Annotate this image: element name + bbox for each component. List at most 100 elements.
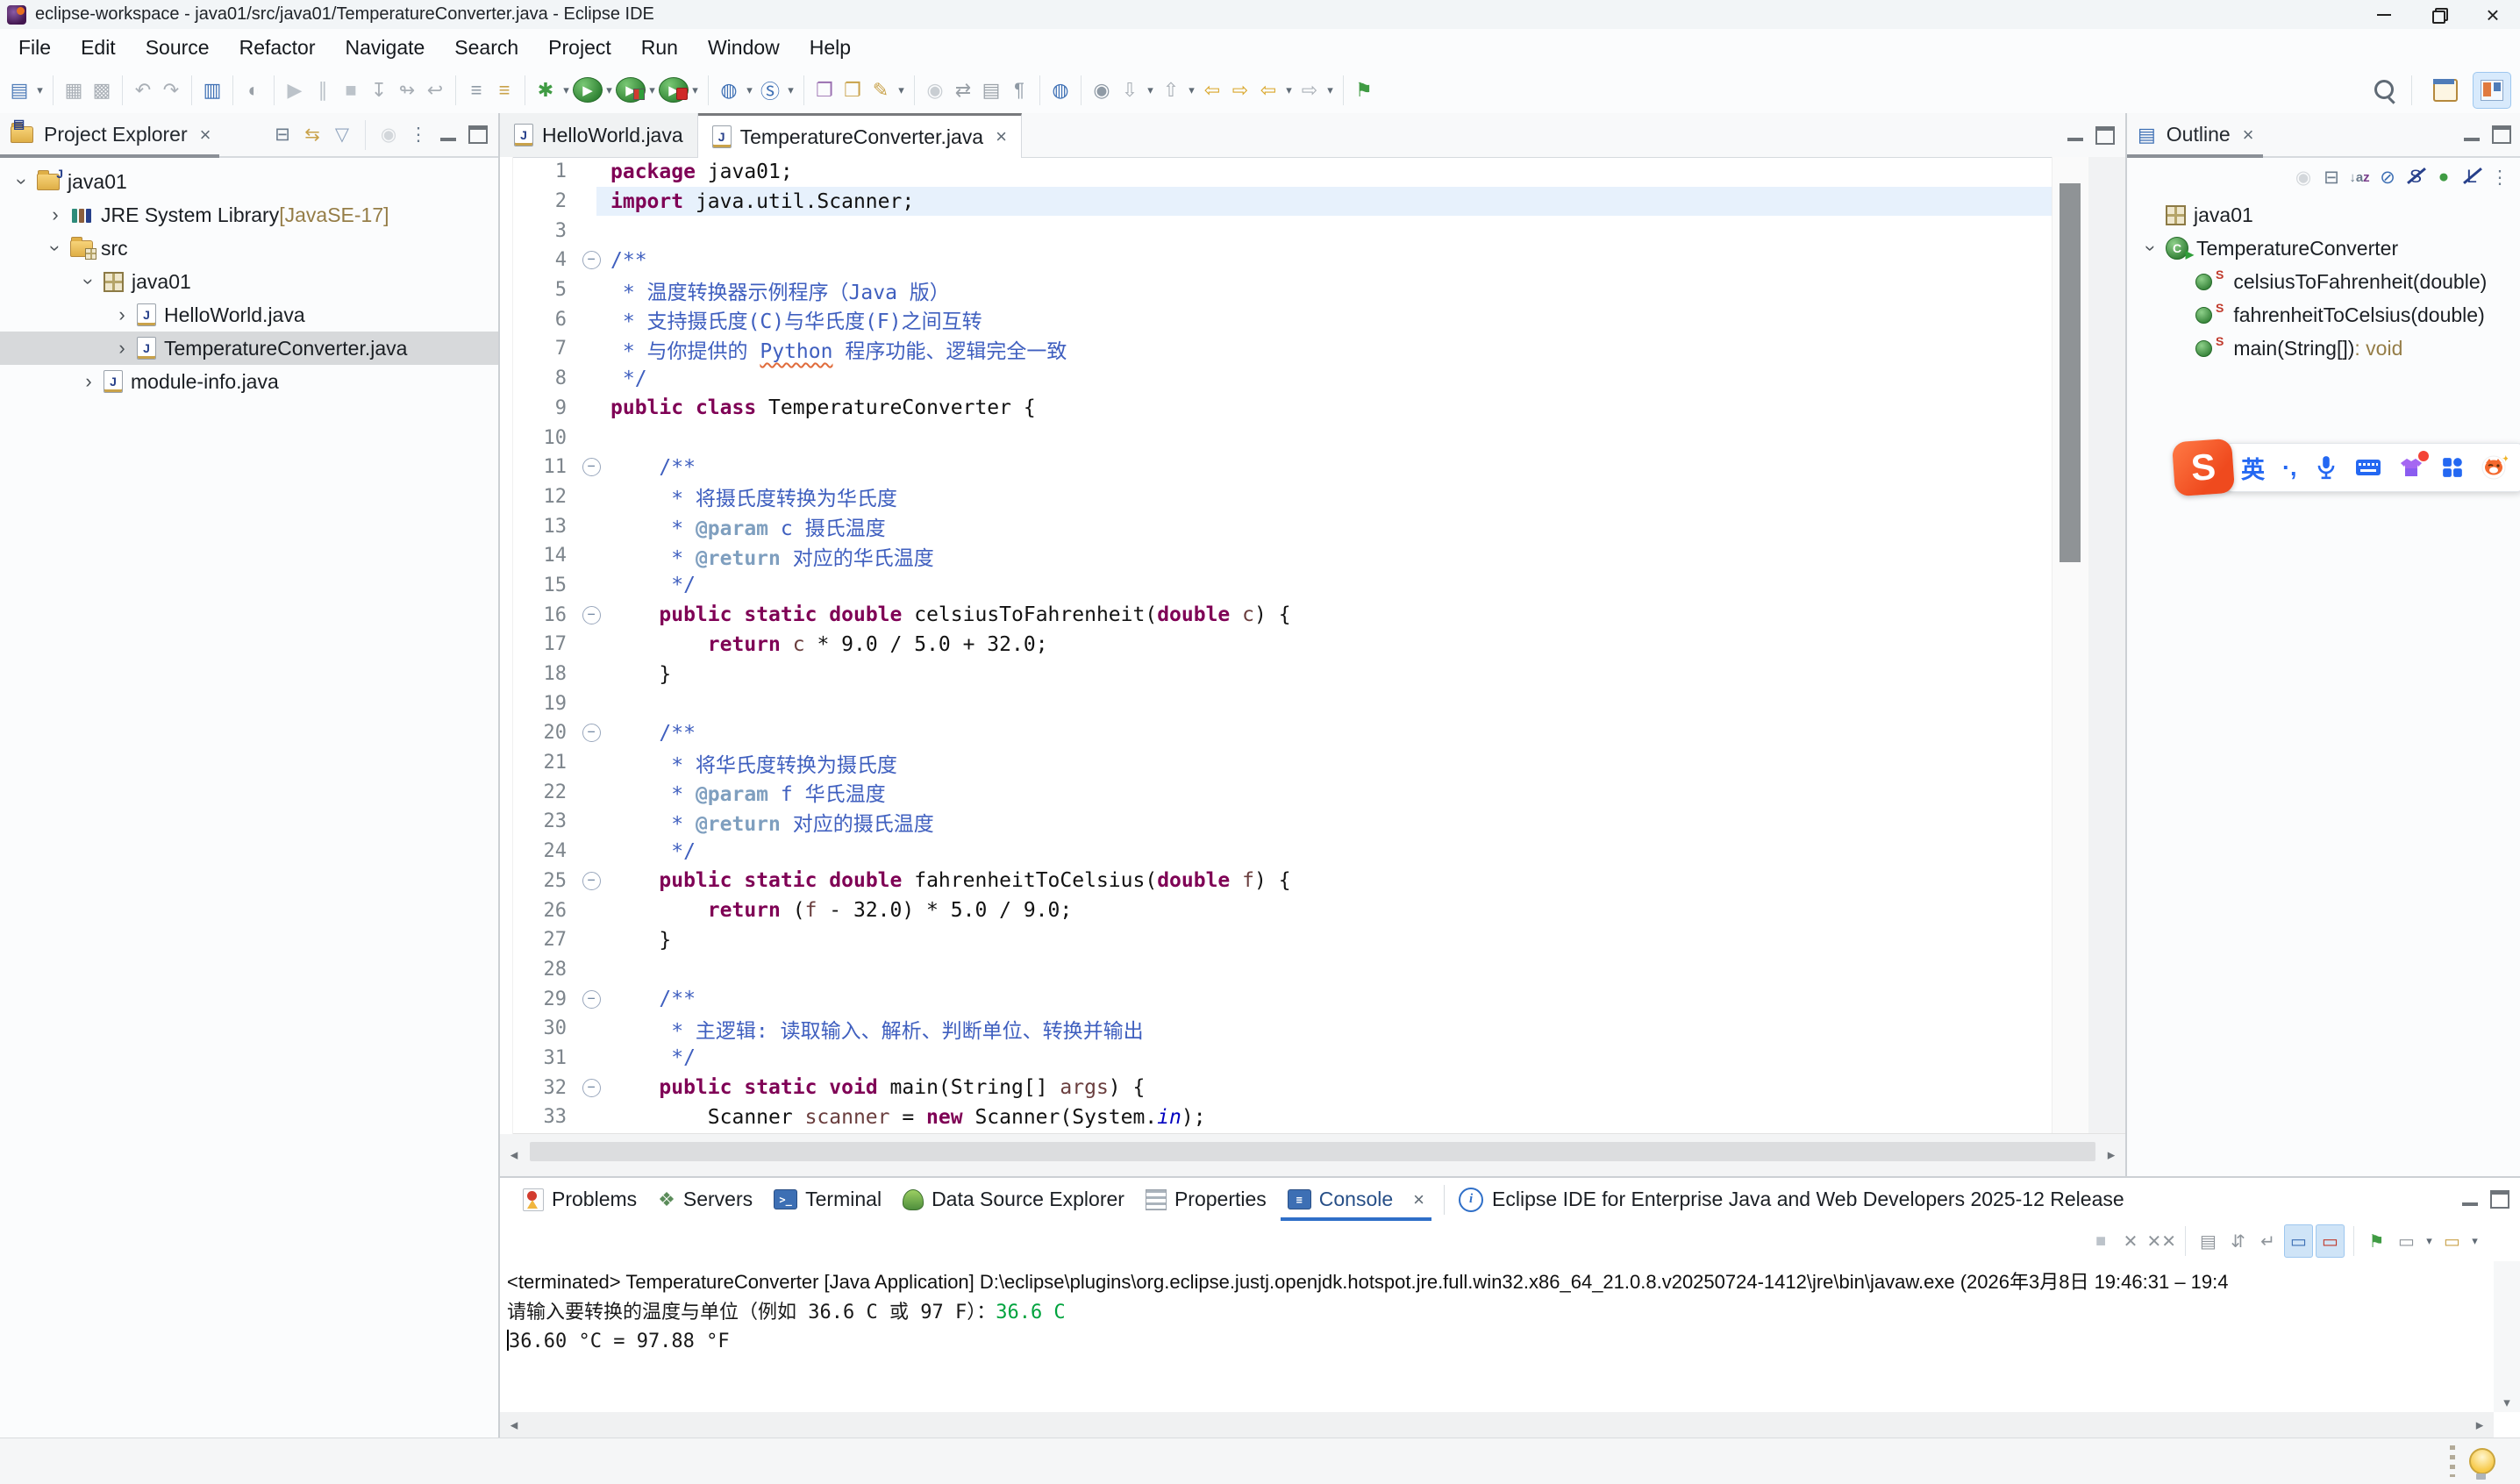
scroll-lock-icon[interactable]: ⇵	[2224, 1225, 2252, 1257]
bottom-tab-data-source-explorer[interactable]: Data Source Explorer	[892, 1178, 1135, 1221]
line-number[interactable]: 23	[512, 810, 572, 832]
editor-horizontal-scrollbar[interactable]: ◂ ▸	[500, 1133, 2125, 1176]
new-web-wizard-icon[interactable]: ◍	[715, 74, 743, 107]
outline-item-java01[interactable]: java01	[2127, 198, 2520, 232]
mark-occurrences-icon[interactable]: ✎	[867, 74, 895, 107]
editor-vertical-scrollbar[interactable]	[2052, 157, 2088, 1134]
line-number[interactable]: 15	[512, 574, 572, 596]
collapse-arrow-icon[interactable]: ›	[77, 267, 100, 296]
profile-dropdown-icon[interactable]: ▾	[689, 83, 702, 97]
save-icon[interactable]: ▦	[60, 74, 88, 107]
coverage-launch-icon[interactable]: ≡	[490, 74, 518, 107]
bottom-tab-properties[interactable]: Properties	[1135, 1178, 1277, 1221]
check-out-dropdown-icon[interactable]: ▾	[1144, 83, 1157, 97]
scroll-down-icon[interactable]: ▾	[2494, 1395, 2520, 1410]
show-whitespace-icon[interactable]: ¶	[1005, 74, 1033, 107]
line-number[interactable]: 27	[512, 929, 572, 951]
line-number[interactable]: 22	[512, 781, 572, 803]
line-number[interactable]: 19	[512, 693, 572, 715]
previous-annotation-icon[interactable]: ⇦	[1198, 74, 1226, 107]
scroll-left-icon[interactable]: ◂	[500, 1134, 528, 1176]
collapse-fold-icon[interactable]: −	[582, 872, 601, 890]
open-resource-icon[interactable]: ❐	[839, 74, 867, 107]
profile-icon[interactable]: ▶	[659, 77, 689, 103]
line-number[interactable]: 5	[512, 279, 572, 301]
collapse-all-icon[interactable]: ⊟	[269, 120, 296, 150]
overview-ruler[interactable]	[2088, 157, 2125, 1134]
open-console-dropdown-icon[interactable]: ▾	[2468, 1234, 2481, 1248]
bottom-tab-servers[interactable]: ❖Servers	[647, 1178, 763, 1221]
restore-button[interactable]	[2411, 0, 2466, 29]
check-out-icon[interactable]: ⇩	[1116, 74, 1144, 107]
link-with-editor-icon[interactable]: ⇆	[299, 120, 325, 150]
bottom-tab-terminal[interactable]: >_Terminal	[763, 1178, 892, 1221]
run-as-user-icon[interactable]: ◉	[1088, 74, 1116, 107]
tree-item-java01[interactable]: ›java01	[0, 265, 498, 298]
assistant-mascot-icon[interactable]: ✦	[2481, 454, 2508, 481]
forward-dropdown-icon[interactable]: ▾	[1324, 83, 1337, 97]
maximize-view-icon[interactable]	[2092, 120, 2118, 150]
tree-item-temperatureconverter-java[interactable]: ›JTemperatureConverter.java	[0, 332, 498, 365]
coverage-dropdown-icon[interactable]: ▾	[646, 83, 659, 97]
editor-tab-helloworld-java[interactable]: JHelloWorld.java	[500, 113, 698, 157]
sogou-logo-icon[interactable]: S	[2172, 439, 2235, 497]
minimize-view-icon[interactable]	[2459, 120, 2485, 150]
remote-systems-icon[interactable]: ▥	[198, 74, 226, 107]
ime-mode-button[interactable]: 英	[2241, 451, 2265, 485]
remove-launch-icon[interactable]: ✕	[2117, 1225, 2144, 1257]
console-vertical-scrollbar[interactable]: ▾	[2494, 1261, 2520, 1412]
collapse-fold-icon[interactable]: −	[582, 724, 601, 742]
mark-occurrences-dropdown-icon[interactable]: ▾	[895, 83, 908, 97]
menu-item-window[interactable]: Window	[693, 36, 795, 60]
line-number[interactable]: 1	[512, 161, 572, 182]
fold-column[interactable]: −	[572, 606, 610, 624]
view-menu-icon[interactable]: ⋮	[405, 120, 432, 150]
code-editor[interactable]: 1package java01;2import java.util.Scanne…	[500, 157, 2052, 1134]
menu-item-search[interactable]: Search	[439, 36, 533, 60]
close-tab-icon[interactable]: ×	[996, 125, 1007, 148]
collapse-fold-icon[interactable]: −	[582, 458, 601, 476]
console-output[interactable]: <terminated> TemperatureConverter [Java …	[500, 1261, 2494, 1412]
tips-lightbulb-icon[interactable]	[2469, 1448, 2495, 1474]
show-non-public-icon[interactable]: ●	[2431, 162, 2457, 192]
last-edit-location-icon[interactable]: ⇦	[1254, 74, 1282, 107]
open-search-icon[interactable]: ◐	[239, 74, 268, 107]
coverage-icon[interactable]: ▶	[616, 77, 646, 103]
ime-punctuation-button[interactable]: ·,	[2282, 454, 2297, 482]
clear-console-icon[interactable]: ▤	[2195, 1225, 2222, 1257]
redo-icon[interactable]: ↷	[157, 74, 185, 107]
tab-outline[interactable]: ▤ Outline ×	[2127, 113, 2263, 156]
new-wizard-icon[interactable]: ▤	[5, 74, 33, 107]
pin-editor-icon[interactable]: ⚑	[1350, 74, 1378, 107]
debug-icon[interactable]: ✱	[532, 74, 560, 107]
menu-item-navigate[interactable]: Navigate	[331, 36, 440, 60]
line-number[interactable]: 7	[512, 338, 572, 360]
line-number[interactable]: 2	[512, 190, 572, 212]
expand-arrow-icon[interactable]: ›	[40, 203, 70, 226]
hide-local-types-icon[interactable]: L	[2459, 162, 2485, 192]
close-tab-icon[interactable]: ×	[1413, 1188, 1424, 1211]
line-number[interactable]: 6	[512, 309, 572, 331]
step-into-icon[interactable]: ↧	[365, 74, 393, 107]
java-ee-perspective-button[interactable]	[2473, 72, 2511, 109]
annotation-gutter[interactable]	[500, 157, 513, 1134]
collapse-all-icon[interactable]: ⊟	[2318, 162, 2345, 192]
scroll-left-icon[interactable]: ◂	[500, 1412, 528, 1438]
fold-column[interactable]: −	[572, 251, 610, 269]
save-all-icon[interactable]: ▩	[88, 74, 116, 107]
apps-grid-icon[interactable]	[2441, 456, 2464, 479]
fold-column[interactable]: −	[572, 990, 610, 1009]
bottom-tab-console[interactable]: ≡Console×	[1277, 1178, 1435, 1221]
line-number[interactable]: 11	[512, 456, 572, 478]
collaboration-icon[interactable]: ◉	[921, 74, 949, 107]
menu-item-file[interactable]: File	[4, 36, 66, 60]
maximize-view-icon[interactable]	[2488, 120, 2515, 150]
close-button[interactable]: ×	[2466, 0, 2520, 29]
line-number[interactable]: 14	[512, 545, 572, 567]
tree-item-module-info-java[interactable]: ›Jmodule-info.java	[0, 365, 498, 398]
outline-item-celsiustofahrenheit-double[interactable]: ScelsiusToFahrenheit(double)	[2127, 265, 2520, 298]
toggle-step-filters-icon[interactable]: ≡	[462, 74, 490, 107]
synchronize-dropdown-icon[interactable]: ▾	[784, 83, 797, 97]
collapse-arrow-icon[interactable]: ›	[44, 233, 67, 263]
editor-tab-temperatureconverter-java[interactable]: JTemperatureConverter.java×	[698, 113, 1022, 158]
